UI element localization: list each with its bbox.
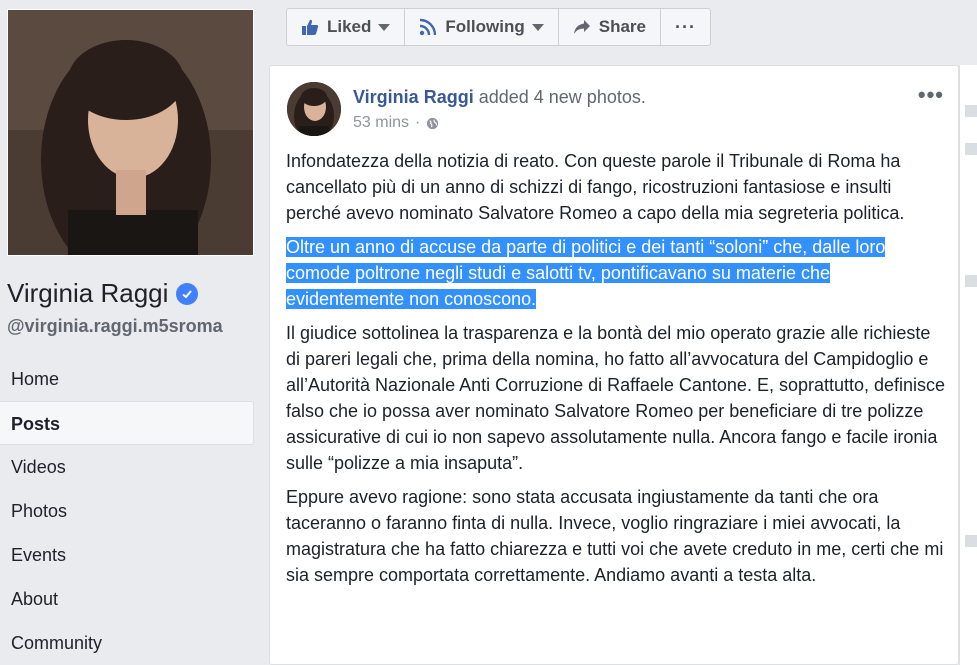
post-paragraph: Eppure avevo ragione: sono stata accusat… (286, 487, 944, 585)
meta-separator: · (415, 114, 421, 131)
thumbs-up-icon (302, 19, 319, 35)
post-paragraph: Il giudice sottolinea la trasparenza e l… (286, 323, 946, 473)
post-timestamp[interactable]: 53 mins (353, 114, 409, 132)
verified-badge-icon (176, 282, 199, 305)
left-column: Virginia Raggi @virginia.raggi.m5sroma H… (0, 0, 262, 655)
liked-label: Liked (327, 17, 372, 36)
post-action-text: added 4 new photos. (478, 87, 646, 107)
right-column-thumbnail[interactable] (965, 275, 977, 287)
following-label: Following (445, 17, 525, 36)
right-column-edge (959, 65, 977, 665)
nav-item-photos[interactable]: Photos (0, 489, 254, 533)
page-name[interactable]: Virginia Raggi (7, 278, 199, 309)
nav-item-home[interactable]: Home (0, 357, 254, 401)
page-action-bar: Liked Following Share ··· (286, 8, 711, 46)
more-dots-icon: ··· (674, 16, 696, 37)
right-column-thumbnail[interactable] (965, 105, 977, 117)
nav-item-community[interactable]: Community (0, 621, 254, 665)
chevron-down-icon (378, 23, 391, 31)
post-meta: 53 mins · (353, 114, 439, 132)
right-column-thumbnail[interactable] (965, 143, 977, 155)
author-avatar[interactable] (287, 82, 341, 136)
right-column-thumbnail[interactable] (965, 535, 977, 547)
page-nav: Home Posts Videos Photos Events About Co… (0, 357, 254, 665)
share-button[interactable]: Share (559, 9, 661, 45)
share-arrow-icon (573, 20, 590, 34)
more-options-button[interactable]: ··· (661, 9, 710, 45)
chevron-down-icon (531, 23, 544, 31)
selected-text: Oltre un anno di accuse da parte di poli… (286, 237, 886, 309)
page-name-text[interactable]: Virginia Raggi (7, 278, 168, 309)
post-author-link[interactable]: Virginia Raggi (353, 87, 474, 107)
globe-icon[interactable] (426, 117, 439, 130)
following-button[interactable]: Following (405, 9, 559, 45)
post-card: Virginia Raggi added 4 new photos. 53 mi… (269, 65, 959, 665)
post-body: Infondatezza della notizia di reato. Con… (286, 148, 946, 596)
nav-item-videos[interactable]: Videos (0, 445, 254, 489)
post-paragraph: Infondatezza della notizia di reato. Con… (286, 151, 905, 223)
profile-photo[interactable] (7, 9, 254, 256)
page-handle: @virginia.raggi.m5sroma (7, 316, 223, 336)
rss-icon (420, 18, 437, 36)
share-label: Share (598, 17, 646, 36)
post-options-icon[interactable]: ••• (918, 82, 944, 108)
post-header: Virginia Raggi added 4 new photos. (353, 87, 646, 108)
liked-button[interactable]: Liked (287, 9, 406, 45)
nav-item-events[interactable]: Events (0, 533, 254, 577)
post-paragraph-highlighted: Oltre un anno di accuse da parte di poli… (286, 234, 946, 312)
nav-item-posts[interactable]: Posts (0, 401, 254, 445)
nav-item-about[interactable]: About (0, 577, 254, 621)
